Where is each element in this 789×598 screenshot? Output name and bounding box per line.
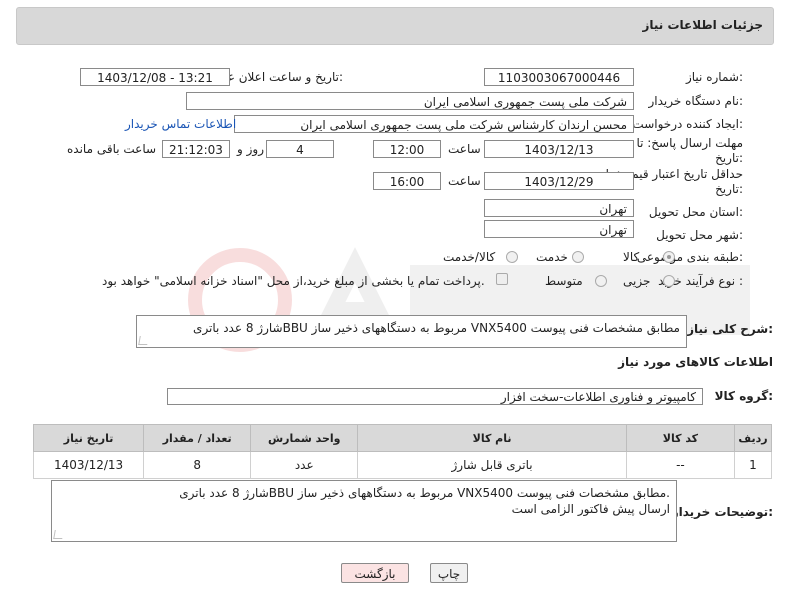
category-radio-service[interactable] (572, 251, 584, 263)
buyer-field: شرکت ملی پست جمهوری اسلامی ایران (186, 92, 634, 110)
validity-time-label: ساعت (448, 174, 481, 188)
category-radio-goods[interactable] (663, 251, 675, 263)
deadline-date-field: 1403/12/13 (484, 140, 634, 158)
requester-field: محسن ارندان کارشناس شرکت ملی پست جمهوری … (234, 115, 634, 133)
goods-section-title: اطلاعات کالاهای مورد نیاز (618, 355, 773, 369)
city-field: تهران (484, 220, 634, 238)
deadline-time-label: ساعت (448, 142, 481, 156)
buyer-notes-label: توضیحات خریدار: (671, 505, 773, 519)
deadline-label: مهلت ارسال پاسخ: تا تاریخ: (636, 136, 743, 165)
goods-table-header: ردیف کد کالا نام کالا واحد شمارش تعداد /… (32, 424, 773, 452)
need-number-field: 1103003067000446 (484, 68, 634, 86)
requester-label: ایجاد کننده درخواست: (632, 117, 743, 131)
remaining-days-field: 4 (266, 140, 334, 158)
category-radio-goods-service[interactable] (506, 251, 518, 263)
summary-label: شرح کلی نیاز: (687, 322, 773, 336)
category-option-goods: کالا (623, 250, 640, 264)
col-qty: تعداد / مقدار (143, 424, 252, 452)
page-title: جزئیات اطلاعات نیاز (642, 18, 763, 32)
process-radio-minor[interactable] (663, 275, 675, 287)
col-date: تاریخ نیاز (32, 424, 145, 452)
process-option-medium: متوسط (545, 274, 583, 288)
table-row[interactable]: 1 -- باتری قابل شارژ عدد 8 1403/12/13 (32, 451, 773, 479)
validity-date-field: 1403/12/29 (484, 172, 634, 190)
treasury-payment-checkbox[interactable] (496, 273, 508, 285)
buyer-notes-line-1: شارژ 8 عدد باتریBBU مربوط به دستگاههای ذ… (179, 486, 670, 500)
buyer-contact-link[interactable]: اطلاعات تماس خریدار (125, 117, 236, 131)
remaining-time-field: 21:12:03 (162, 140, 230, 158)
deadline-time-field: 12:00 (373, 140, 441, 158)
col-code: کد کالا (625, 424, 735, 452)
province-label: استان محل تحویل: (648, 205, 743, 219)
category-option-goods-service: کالا/خدمت (443, 250, 496, 264)
validity-time-field: 16:00 (373, 172, 441, 190)
col-row: ردیف (733, 424, 773, 452)
back-button[interactable]: بازگشت (341, 563, 409, 583)
col-name: نام کالا (357, 424, 627, 452)
cell-qty: 8 (143, 451, 252, 479)
col-unit: واحد شمارش (250, 424, 359, 452)
category-label: طبقه بندی موضوعی: (636, 250, 743, 264)
buyer-label: نام دستگاه خریدار: (648, 94, 744, 108)
city-label: شهر محل تحویل: (656, 228, 743, 242)
remaining-label: ساعت باقی مانده (67, 142, 157, 156)
days-label: روز و (237, 142, 264, 156)
cell-code: -- (625, 451, 735, 479)
announce-datetime-field: 1403/12/08 - 13:21 (80, 68, 230, 86)
cell-name: باتری قابل شارژ (357, 451, 627, 479)
goods-table: ردیف کد کالا نام کالا واحد شمارش تعداد /… (32, 424, 773, 479)
goods-group-label: گروه کالا: (714, 389, 773, 403)
category-option-service: خدمت (536, 250, 568, 264)
process-option-minor: جزیی (623, 274, 651, 288)
goods-group-field: کامپیوتر و فناوری اطلاعات-سخت افزار (167, 388, 703, 405)
buyer-notes-line-2: ارسال پیش فاکتور الزامی است (511, 502, 670, 516)
print-button[interactable]: چاپ (430, 563, 468, 583)
cell-date: 1403/12/13 (32, 451, 145, 479)
process-radio-medium[interactable] (595, 275, 607, 287)
buyer-notes-textarea[interactable]: شارژ 8 عدد باتریBBU مربوط به دستگاههای ذ… (51, 480, 677, 542)
summary-textarea[interactable]: شارژ 8 عدد باتریBBU مربوط به دستگاههای ذ… (136, 315, 687, 348)
need-number-label: شماره نیاز: (685, 70, 743, 84)
page-header: جزئیات اطلاعات نیاز (16, 7, 774, 45)
cell-unit: عدد (250, 451, 359, 479)
treasury-payment-note: پرداخت تمام یا بخشی از مبلغ خرید،از محل … (102, 274, 485, 288)
cell-row: 1 (733, 451, 773, 479)
province-field: تهران (484, 199, 634, 217)
